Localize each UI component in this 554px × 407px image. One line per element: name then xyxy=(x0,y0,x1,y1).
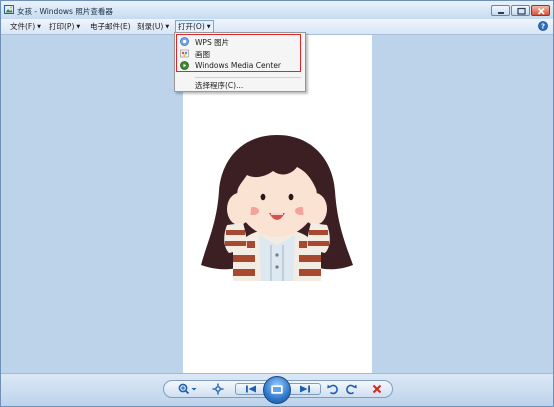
rotate-cw-icon[interactable] xyxy=(344,382,358,396)
delete-icon[interactable] xyxy=(370,382,384,396)
menu-burn[interactable]: 刻录(U) ▼ xyxy=(137,21,169,32)
choose-program-label: 选择程序(C)... xyxy=(195,81,244,90)
title-bar: 女孩 - Windows 照片查看器 xyxy=(1,1,553,19)
open-with-paint-label: 画图 xyxy=(195,50,210,59)
paint-icon xyxy=(180,49,189,58)
previous-icon[interactable] xyxy=(241,382,261,396)
media-center-icon xyxy=(180,61,189,70)
photo-viewer-icon xyxy=(4,5,14,14)
menu-file-label: 文件(F) xyxy=(10,22,36,31)
zoom-icon[interactable] xyxy=(177,382,191,396)
chevron-down-icon: ▼ xyxy=(37,24,42,30)
menu-file[interactable]: 文件(F) ▼ xyxy=(10,21,41,32)
help-icon[interactable]: ? xyxy=(538,21,548,31)
actual-size-icon[interactable] xyxy=(211,382,225,396)
rotate-ccw-icon[interactable] xyxy=(326,382,340,396)
close-icon xyxy=(537,7,545,15)
menu-print[interactable]: 打印(P) ▼ xyxy=(49,21,80,32)
girl-illustration xyxy=(201,135,353,281)
slideshow-button[interactable] xyxy=(263,376,291,404)
open-with-wps[interactable]: WPS 图片 xyxy=(175,36,305,47)
window-title: 女孩 - Windows 照片查看器 xyxy=(17,7,113,16)
open-with-paint[interactable]: 画图 xyxy=(175,48,305,59)
bottom-toolbar xyxy=(1,373,553,406)
maximize-button[interactable] xyxy=(511,5,530,16)
chevron-down-icon: ▼ xyxy=(206,24,211,30)
close-button[interactable] xyxy=(531,5,550,16)
menu-email[interactable]: 电子邮件(E) xyxy=(90,21,131,32)
open-with-menu: WPS 图片 画图 Windows Media Center 选择程序(C)..… xyxy=(174,32,306,92)
wps-photo-icon xyxy=(180,37,189,46)
chevron-down-icon: ▼ xyxy=(76,24,81,30)
svg-text:?: ? xyxy=(541,23,545,31)
open-with-media-center-label: Windows Media Center xyxy=(195,61,282,70)
open-with-wps-label: WPS 图片 xyxy=(195,38,230,47)
menu-email-label: 电子邮件(E) xyxy=(90,22,131,31)
menu-burn-label: 刻录(U) xyxy=(137,22,164,31)
photo-viewer-window: 女孩 - Windows 照片查看器 文件(F) ▼ 打印(P) ▼ 电子邮件(E)… xyxy=(0,0,554,407)
choose-program-item[interactable]: 选择程序(C)... xyxy=(175,79,305,90)
menu-print-label: 打印(P) xyxy=(49,22,75,31)
minimize-button[interactable] xyxy=(491,5,510,16)
menu-separator xyxy=(195,77,301,78)
zoom-dropdown-icon[interactable] xyxy=(190,382,198,396)
minimize-icon xyxy=(498,12,504,14)
open-with-media-center[interactable]: Windows Media Center xyxy=(175,60,305,71)
maximize-icon xyxy=(517,7,526,15)
chevron-down-icon: ▼ xyxy=(165,24,170,30)
next-icon[interactable] xyxy=(295,382,315,396)
slideshow-icon xyxy=(271,385,283,394)
menu-open-label: 打开(O) xyxy=(178,22,205,31)
